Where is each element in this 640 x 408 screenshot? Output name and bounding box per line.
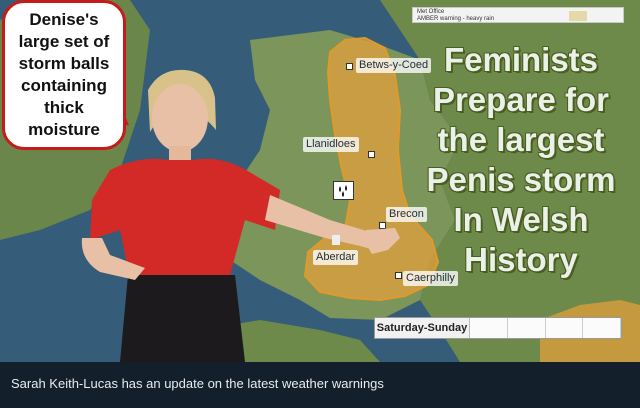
- timeline-bar: Saturday-Sunday: [374, 317, 622, 339]
- presenter-hand: [366, 228, 400, 254]
- overlay-headline: Feminists Prepare for the largest Penis …: [426, 41, 616, 278]
- presenter-skirt: [120, 275, 245, 362]
- weather-broadcast-frame: Betws-y-Coed Llanidloes Brecon Aberdar C…: [0, 0, 640, 408]
- speech-bubble: Denise's large set of storm balls contai…: [2, 0, 126, 150]
- timeline-segment: [545, 318, 584, 338]
- video-caption: Sarah Keith-Lucas has an update on the l…: [11, 376, 384, 391]
- warning-type: AMBER warning - heavy rain: [417, 16, 495, 22]
- timeline-label: Saturday-Sunday: [375, 318, 470, 338]
- presenter-face: [152, 84, 208, 152]
- warning-source: Met Office: [417, 9, 445, 15]
- timeline-segment: [470, 318, 508, 338]
- warning-level-swatch: [569, 11, 587, 21]
- timeline-segment: [507, 318, 546, 338]
- presenter-watch: [332, 235, 340, 245]
- met-office-warning-box: Met Office AMBER warning - heavy rain: [412, 7, 624, 23]
- presenter-right-arm: [265, 195, 380, 250]
- timeline-segment: [583, 318, 621, 338]
